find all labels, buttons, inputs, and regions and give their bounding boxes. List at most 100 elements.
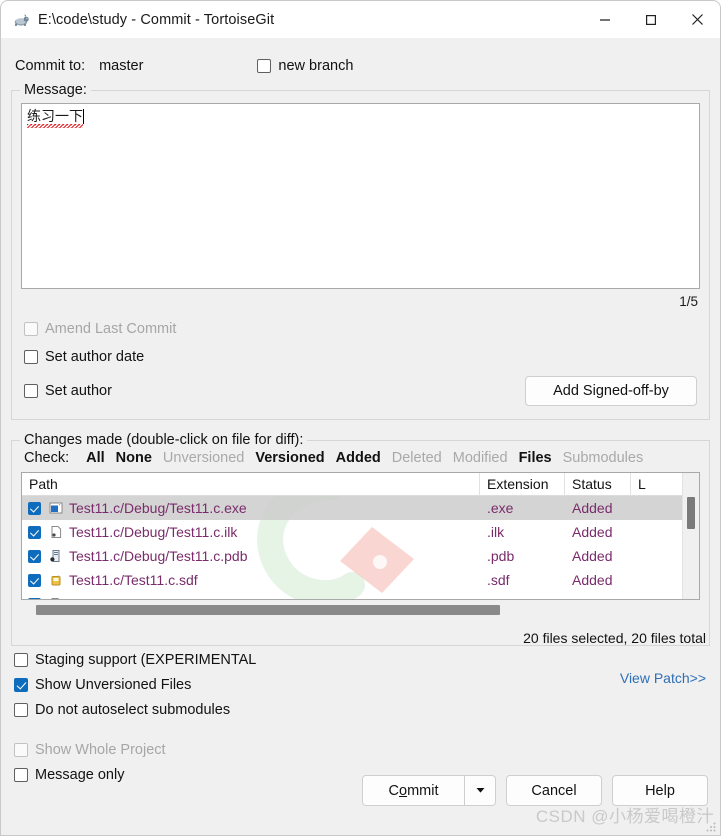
staging-support-checkbox[interactable]: Staging support (EXPERIMENTAL	[14, 652, 710, 668]
check-filter-none[interactable]: None	[116, 450, 152, 466]
file-status: Added	[572, 524, 613, 540]
new-branch-checkbox[interactable]: new branch	[257, 58, 353, 74]
set-author-checkbox[interactable]: Set author	[24, 383, 112, 399]
file-status: Added	[572, 548, 613, 564]
column-header-status[interactable]: Status	[565, 473, 631, 496]
amend-last-commit-label: Amend Last Commit	[45, 321, 177, 337]
commit-message-text: 练习一下	[27, 108, 83, 128]
row-checkbox-box[interactable]	[27, 549, 41, 563]
table-row[interactable]: Test11.c/Debug/Test11.c.pdb .pdb Added	[22, 544, 682, 568]
new-branch-checkbox-box[interactable]	[257, 59, 272, 73]
tortoisegit-turtle-icon	[12, 11, 30, 29]
staging-support-checkbox-box[interactable]	[14, 653, 28, 667]
chevron-down-icon[interactable]	[465, 775, 496, 806]
vertical-scrollbar-thumb[interactable]	[687, 497, 695, 529]
table-row[interactable]: Test11.c/Debug/Test11.c.ilk .ilk Added	[22, 520, 682, 544]
check-filter-added[interactable]: Added	[336, 450, 381, 466]
staging-support-label: Staging support (EXPERIMENTAL	[35, 652, 257, 668]
file-status: Added	[565, 596, 631, 599]
file-path: Test11.c/Debug/Test11.c.pdb	[69, 548, 248, 564]
maximize-button[interactable]	[628, 1, 674, 38]
commit-label-accelerator: o	[398, 782, 408, 799]
commit-message-input[interactable]: 练习一下	[21, 103, 700, 289]
set-author-row: Set author Add Signed-off-by	[21, 376, 700, 406]
check-filter-versioned[interactable]: Versioned	[255, 450, 324, 466]
row-checkbox-box[interactable]	[27, 573, 41, 587]
row-checkbox-box[interactable]	[27, 525, 41, 539]
dialog-footer: Show Whole Project Message only Co mmit C…	[11, 742, 710, 814]
check-filter-modified: Modified	[452, 450, 508, 466]
view-patch-link[interactable]: View Patch>>	[620, 670, 706, 686]
check-filter-submodules: Submodules	[562, 450, 644, 466]
file-extension: .exe	[487, 500, 514, 516]
show-whole-project-checkbox-box[interactable]	[14, 743, 28, 757]
table-row[interactable]: Test11.c/Debug/Test11.c.exe .exe Added	[22, 496, 682, 520]
row-checkbox[interactable]	[22, 573, 46, 587]
file-status: Added	[572, 572, 613, 588]
file-list-vertical-scrollbar[interactable]	[682, 473, 699, 599]
set-author-date-checkbox-box[interactable]	[24, 350, 38, 364]
show-whole-project-checkbox[interactable]: Show Whole Project	[14, 742, 710, 758]
file-list-body[interactable]: Path Extension Status L Test11.c/Debug/T…	[22, 473, 682, 599]
ilk-file-icon	[46, 525, 66, 539]
commit-split-button[interactable]: Co mmit	[362, 775, 496, 806]
file-list[interactable]: Path Extension Status L Test11.c/Debug/T…	[21, 472, 700, 600]
resize-grip[interactable]	[705, 821, 717, 833]
add-signed-off-by-button[interactable]: Add Signed-off-by	[525, 376, 697, 406]
row-checkbox-box[interactable]	[27, 597, 41, 599]
file-extension: .pdb	[487, 548, 515, 564]
row-checkbox[interactable]	[22, 549, 46, 563]
help-button[interactable]: Help	[612, 775, 708, 806]
text-caret	[83, 109, 84, 124]
set-author-checkbox-box[interactable]	[24, 384, 38, 398]
branch-name[interactable]: master	[99, 58, 143, 74]
minimize-button[interactable]	[582, 1, 628, 38]
row-checkbox[interactable]	[22, 597, 46, 599]
commit-button[interactable]: Co mmit	[362, 775, 465, 806]
commit-to-label: Commit to:	[15, 58, 86, 74]
file-list-horizontal-scrollbar[interactable]	[21, 604, 700, 617]
window-title: E:\code\study - Commit - TortoiseGit	[38, 11, 275, 28]
title-bar: E:\code\study - Commit - TortoiseGit	[1, 1, 720, 38]
close-button[interactable]	[674, 1, 720, 38]
amend-last-commit-checkbox-box[interactable]	[24, 322, 38, 336]
commit-label-pre: C	[388, 782, 399, 799]
message-only-checkbox-box[interactable]	[14, 768, 28, 782]
file-extension: .sdf	[487, 572, 510, 588]
show-unversioned-files-checkbox-box[interactable]	[14, 678, 28, 692]
cancel-button[interactable]: Cancel	[506, 775, 602, 806]
pdb-file-icon	[46, 549, 66, 563]
no-autoselect-submodules-checkbox[interactable]: Do not autoselect submodules	[14, 702, 710, 718]
set-author-date-label: Set author date	[45, 349, 145, 365]
window-controls	[582, 1, 720, 38]
column-header-path[interactable]: Path	[22, 473, 480, 496]
no-autoselect-submodules-checkbox-box[interactable]	[14, 703, 28, 717]
file-extension: .ilk	[487, 524, 505, 540]
amend-last-commit-checkbox[interactable]: Amend Last Commit	[21, 321, 700, 337]
column-header-lines[interactable]: L	[631, 473, 661, 496]
check-filter-all[interactable]: All	[86, 450, 105, 466]
commit-label-post: mmit	[407, 782, 439, 799]
show-whole-project-label: Show Whole Project	[35, 742, 166, 758]
file-path: Test11.c/Test11.c.sdf	[69, 572, 198, 588]
show-unversioned-files-checkbox[interactable]: Show Unversioned Files	[14, 677, 710, 693]
file-path: Test11.c/Debug/Test11.c.exe	[69, 500, 247, 516]
file-list-header: Path Extension Status L	[22, 473, 682, 496]
list-options-area: 20 files selected, 20 files total View P…	[11, 630, 710, 740]
horizontal-scrollbar-thumb[interactable]	[36, 605, 500, 615]
row-checkbox[interactable]	[22, 501, 46, 515]
file-status: Added	[572, 500, 613, 516]
check-filter-files[interactable]: Files	[519, 450, 552, 466]
check-filter-unversioned: Unversioned	[162, 450, 245, 466]
check-label: Check:	[24, 450, 70, 466]
set-author-date-checkbox[interactable]: Set author date	[21, 349, 700, 365]
table-row[interactable]: Test11.c/Test11.c.sdf .sdf Added	[22, 568, 682, 592]
table-row[interactable]: Test11.c/Test11.c.sln .sln Added	[22, 592, 682, 599]
column-header-extension[interactable]: Extension	[480, 473, 565, 496]
message-only-label: Message only	[35, 767, 125, 783]
new-branch-label: new branch	[278, 58, 354, 74]
file-extension: .sln	[480, 596, 565, 599]
row-checkbox-box[interactable]	[27, 501, 41, 515]
row-checkbox[interactable]	[22, 525, 46, 539]
file-path: Test11.c/Test11.c.sln	[66, 596, 480, 599]
